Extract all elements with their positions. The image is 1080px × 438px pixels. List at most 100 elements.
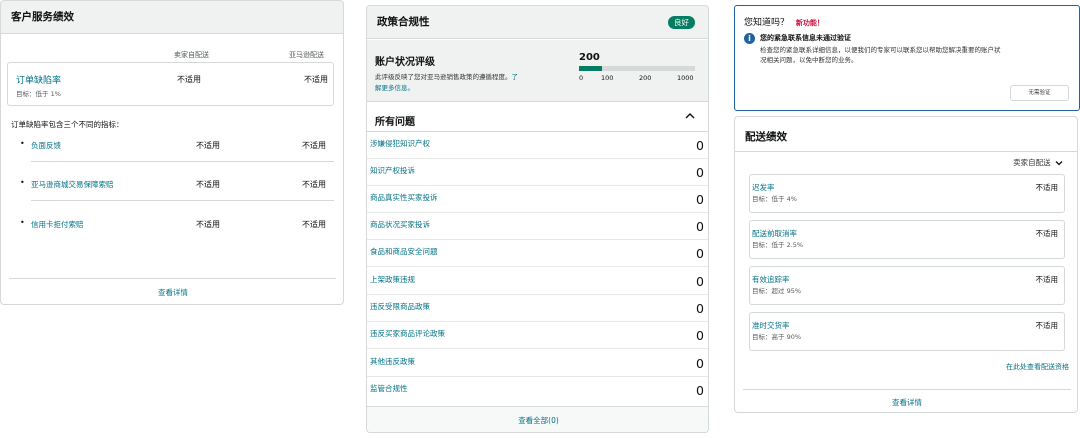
issue-count: 0 [696, 328, 704, 343]
account-health-rating: 账户状况评级 此评级反映了您对亚马逊销售政策的遵循程度。了 解更多信息。 200… [367, 40, 708, 102]
issue-count: 0 [696, 165, 704, 180]
odr-target: 目标：低于 1% [16, 90, 61, 98]
issue-link[interactable]: 其他违反政策 [370, 356, 415, 367]
issue-count: 0 [696, 383, 704, 398]
score-value: 200 [579, 52, 600, 63]
status-badge: 良好 [668, 16, 695, 29]
issue-row: 食品和商品安全问题 0 [367, 240, 708, 267]
view-details-link[interactable]: 查看详情 [735, 397, 1077, 408]
issue-count: 0 [696, 301, 704, 316]
divider [31, 161, 334, 162]
divider [735, 151, 1077, 152]
fulfillment-dropdown[interactable]: 卖家自配送 [1013, 157, 1063, 168]
policy-title-text: 政策合规性 [377, 16, 430, 28]
col-fbm-header: 卖家自配送 [174, 51, 209, 59]
metric-fba-value: 不适用 [302, 180, 326, 189]
shipping-metric-link[interactable]: 配送前取消率 [752, 228, 797, 239]
score-bar-fill [579, 66, 603, 71]
issue-link[interactable]: 商品状况买家投诉 [370, 219, 430, 230]
bullet-dot: • [20, 139, 25, 148]
shipping-metric-value: 不适用 [1035, 321, 1059, 330]
shipping-metric-link[interactable]: 有效追踪率 [752, 274, 790, 285]
tick-200: 200 [639, 74, 652, 82]
issue-row: 违反受限商品政策 0 [367, 295, 708, 322]
shipping-metric-target: 目标：低于 4% [752, 195, 797, 203]
customer-service-card: 客户服务绩效 卖家自配送 亚马逊配送 订单缺陷率 目标：低于 1% 不适用 不适… [0, 0, 344, 305]
issue-link[interactable]: 监管合规性 [370, 383, 408, 394]
issue-count: 0 [696, 192, 704, 207]
new-feature-label: 新功能！ [795, 19, 824, 27]
info-text-line-2: 况相关问题，以免中断您的业务。 [760, 56, 858, 64]
issue-count: 0 [696, 138, 704, 153]
tick-0: 0 [579, 74, 584, 82]
skip-verify-button[interactable]: 无需验证 [1010, 85, 1069, 101]
shipping-metric-value: 不适用 [1035, 275, 1059, 284]
all-issues-heading: 所有问题 [375, 117, 415, 128]
issue-row: 监管合规性 0 [367, 377, 708, 404]
shipping-metric-value: 不适用 [1035, 229, 1059, 238]
policy-compliance-card: 政策合规性 良好 账户状况评级 此评级反映了您对亚马逊销售政策的遵循程度。了 解… [366, 5, 709, 433]
issue-row: 违反买家商品评论政策 0 [367, 322, 708, 349]
notice-heading-text: 您知道吗？ [744, 18, 790, 28]
metric-link-a-to-z-claims[interactable]: 亚马逊商城交易保障索赔 [31, 179, 114, 190]
metric-fbm-value: 不适用 [196, 220, 220, 229]
issue-link[interactable]: 涉嫌侵犯知识产权 [370, 138, 430, 149]
learn-more-link-cont[interactable]: 解更多信息。 [375, 82, 414, 92]
bullet-dot: • [20, 218, 25, 227]
odr-box: 订单缺陷率 目标：低于 1% 不适用 不适用 [7, 62, 334, 106]
metric-fba-value: 不适用 [302, 220, 326, 229]
score-bar [579, 66, 695, 71]
odr-fbm-value: 不适用 [177, 75, 201, 84]
shipping-metric-box: 准时交货率 目标：高于 90% 不适用 [749, 312, 1065, 351]
shipping-metric-box: 配送前取消率 目标：低于 2.5% 不适用 [749, 220, 1065, 259]
metric-fbm-value: 不适用 [196, 141, 220, 150]
learn-more-link[interactable]: 了 [512, 73, 519, 81]
rating-description: 此评级反映了您对亚马逊销售政策的遵循程度。了 [375, 71, 518, 81]
chevron-up-icon[interactable] [684, 110, 696, 122]
issue-link[interactable]: 违反买家商品评论政策 [370, 328, 445, 339]
shipping-performance-card: 配送绩效 卖家自配送 迟发率 目标：低于 4% 不适用 配送前取消率 目标：低于… [734, 116, 1078, 413]
tick-1000: 1000 [677, 74, 694, 82]
did-you-know-card: 您知道吗？ 新功能！ i 您的紧急联系信息未通过验证 检查您的紧急联系详细信息，… [734, 5, 1080, 111]
shipping-metric-target: 目标：高于 90% [752, 333, 802, 341]
customer-service-title: 客户服务绩效 [1, 1, 343, 34]
col-fba-header: 亚马逊配送 [289, 51, 324, 59]
chevron-down-icon [1055, 161, 1063, 166]
odr-link[interactable]: 订单缺陷率 [16, 73, 61, 86]
footer-divider [743, 389, 1071, 390]
issue-row: 商品真实性买家投诉 0 [367, 186, 708, 213]
metric-fba-value: 不适用 [302, 141, 326, 150]
bullet-dot: • [20, 178, 25, 187]
view-all-footer: 查看全部(0) [367, 406, 708, 432]
issue-row: 涉嫌侵犯知识产权 0 [367, 132, 708, 159]
info-title: 您的紧急联系信息未通过验证 [760, 34, 851, 42]
issue-row: 商品状况买家投诉 0 [367, 213, 708, 240]
shipping-title: 配送绩效 [745, 131, 787, 143]
info-text-line-1: 检查您的紧急联系详细信息，以便我们的专家可以联系您以帮助您解决重要的账户状 [760, 46, 1001, 54]
dropdown-value: 卖家自配送 [1013, 158, 1051, 167]
issue-count: 0 [696, 246, 704, 261]
issue-link[interactable]: 食品和商品安全问题 [370, 246, 438, 257]
metric-link-negative-feedback[interactable]: 负面反馈 [31, 140, 61, 151]
shipping-metric-link[interactable]: 准时交货率 [752, 320, 790, 331]
issue-row: 上架政策违规 0 [367, 268, 708, 295]
metric-link-chargeback-claims[interactable]: 信用卡拒付索赔 [31, 219, 84, 230]
shipping-eligibility-link[interactable]: 在此处查看配送资格 [1006, 362, 1069, 372]
issue-link[interactable]: 上架政策违规 [370, 274, 415, 285]
shipping-metric-link[interactable]: 迟发率 [752, 182, 775, 193]
issue-link[interactable]: 知识产权投诉 [370, 165, 415, 176]
shipping-metric-target: 目标：低于 2.5% [752, 241, 804, 249]
shipping-metric-box: 有效追踪率 目标：超过 95% 不适用 [749, 266, 1065, 305]
odr-fba-value: 不适用 [304, 75, 328, 84]
shipping-metric-value: 不适用 [1035, 183, 1059, 192]
view-details-link[interactable]: 查看详情 [1, 287, 343, 298]
info-icon: i [744, 33, 755, 44]
view-all-link[interactable]: 查看全部(0) [367, 415, 708, 426]
notice-heading: 您知道吗？ 新功能！ [744, 15, 824, 28]
issue-count: 0 [696, 219, 704, 234]
rating-title: 账户状况评级 [375, 57, 435, 68]
issue-link[interactable]: 商品真实性买家投诉 [370, 192, 438, 203]
odr-intro: 订单缺陷率包含三个不同的指标： [11, 120, 124, 129]
policy-compliance-title: 政策合规性 良好 [367, 6, 708, 39]
issue-link[interactable]: 违反受限商品政策 [370, 301, 430, 312]
